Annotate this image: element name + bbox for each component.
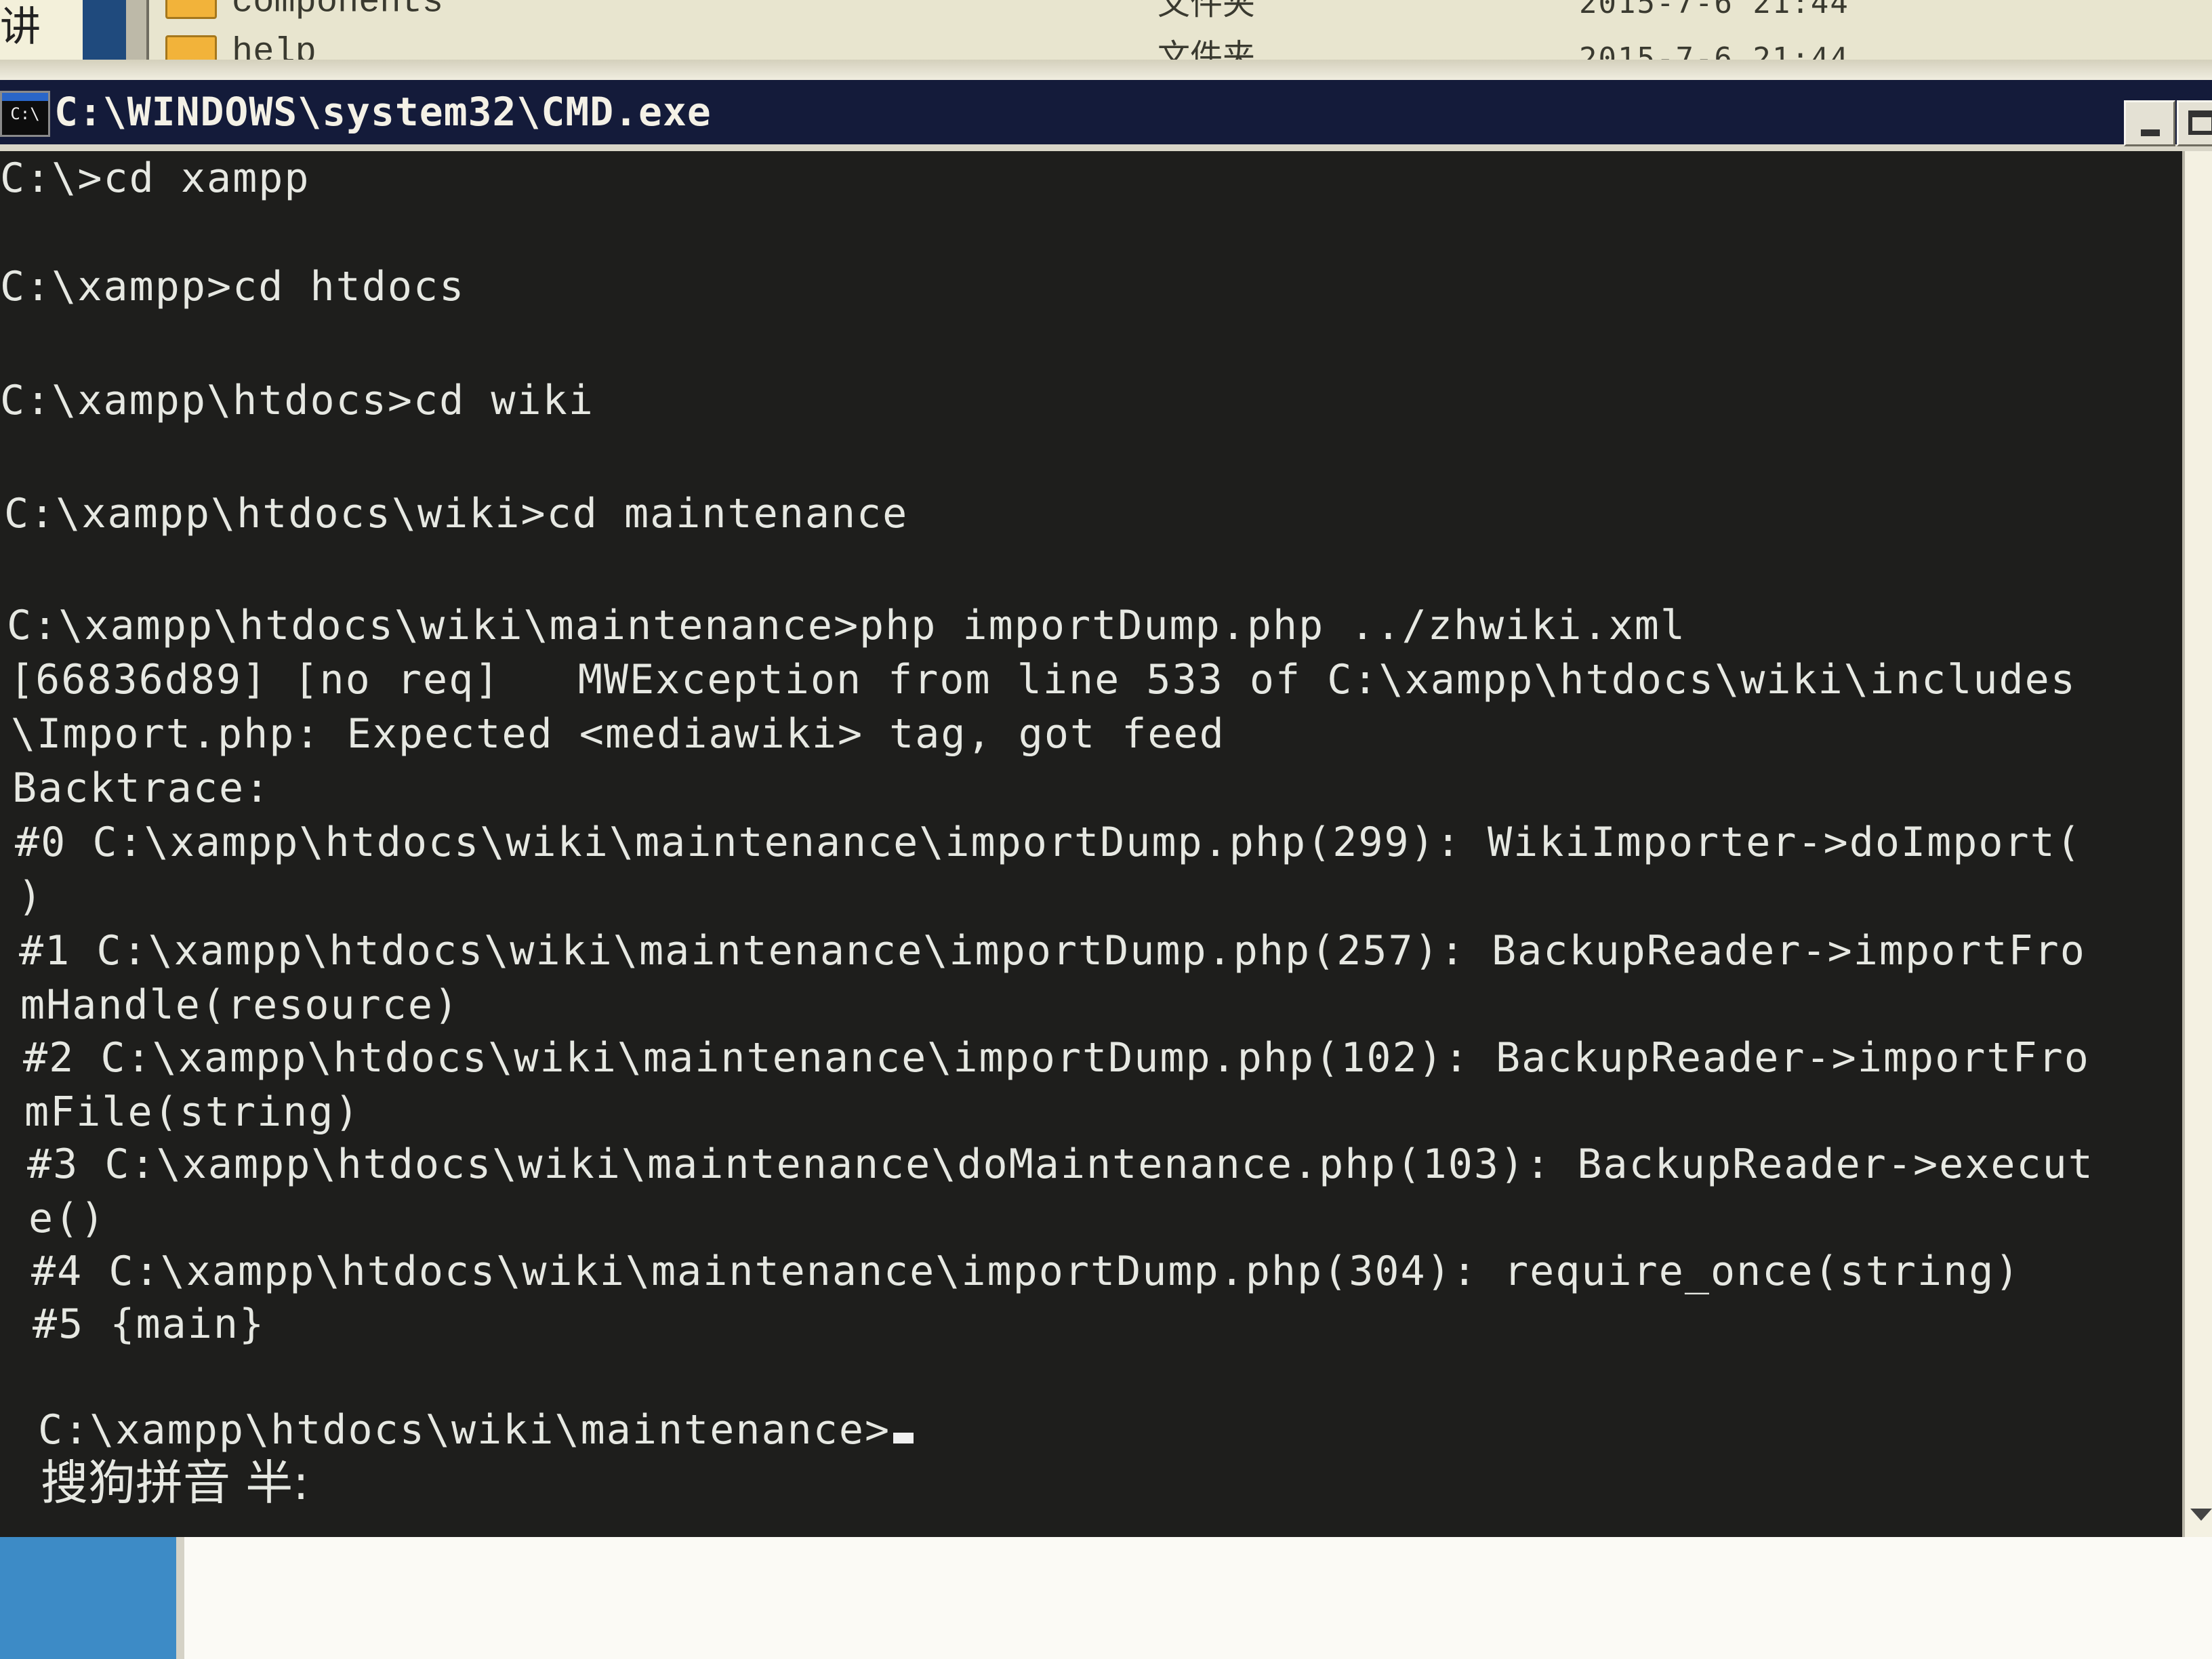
console-line: C:\xampp\htdocs\wiki>cd maintenance xyxy=(4,490,909,537)
text-cursor xyxy=(893,1433,914,1443)
background-explorer-window: 讲 components 文件夹 2015-7-6 21:44 help 文件夹… xyxy=(0,0,2212,80)
vertical-scrollbar[interactable] xyxy=(2182,151,2212,1537)
background-window-lower xyxy=(176,1537,2212,1659)
explorer-bottom-edge xyxy=(0,60,2212,80)
console-line: ) xyxy=(18,873,44,920)
console-line: Backtrace: xyxy=(12,764,271,812)
console-line: e() xyxy=(28,1195,106,1242)
current-prompt[interactable]: C:\xampp\htdocs\wiki\maintenance> xyxy=(38,1406,914,1454)
console-line: C:\xampp\htdocs>cd wiki xyxy=(0,377,594,424)
explorer-splitter[interactable] xyxy=(126,0,149,60)
console-line: mHandle(resource) xyxy=(20,981,460,1029)
desktop-background xyxy=(0,1537,176,1659)
console-output[interactable]: C:\>cd xampp C:\xampp>cd htdocs C:\xampp… xyxy=(0,151,2182,1537)
console-line: \Import.php: Expected <mediawiki> tag, g… xyxy=(11,710,1225,758)
app-icon-label: C:\ xyxy=(10,104,40,123)
console-line: mFile(string) xyxy=(24,1088,361,1136)
console-line: #3 C:\xampp\htdocs\wiki\maintenance\doMa… xyxy=(27,1141,2094,1188)
console-line: C:\xampp>cd htdocs xyxy=(0,263,466,310)
console-line: C:\xampp\htdocs\wiki\maintenance>php imp… xyxy=(7,602,1686,649)
console-line: #4 C:\xampp\htdocs\wiki\maintenance\impo… xyxy=(31,1248,2021,1295)
console-line: #1 C:\xampp\htdocs\wiki\maintenance\impo… xyxy=(19,927,2086,975)
ime-status-bar[interactable]: 搜狗拼音 半: xyxy=(41,1456,309,1510)
cmd-app-icon[interactable]: C:\ xyxy=(0,91,50,137)
file-name: components xyxy=(232,0,443,19)
file-modified: 2015-7-6 21:44 xyxy=(1579,0,1849,20)
explorer-blue-strip xyxy=(83,0,126,60)
maximize-button[interactable] xyxy=(2177,100,2212,146)
window-title: C:\WINDOWS\system32\CMD.exe xyxy=(54,89,712,135)
file-type: 文件夹 xyxy=(1158,0,1256,22)
explorer-left-pane: 讲 xyxy=(0,0,83,60)
console-line: [66836d89] [no req] MWException from lin… xyxy=(9,656,2076,703)
left-pane-glyph: 讲 xyxy=(0,3,41,51)
console-line: #0 C:\xampp\htdocs\wiki\maintenance\impo… xyxy=(15,819,2082,866)
prompt-text: C:\xampp\htdocs\wiki\maintenance> xyxy=(38,1406,891,1454)
title-bar[interactable]: C:\ C:\WINDOWS\system32\CMD.exe xyxy=(0,80,2212,151)
console-line: #2 C:\xampp\htdocs\wiki\maintenance\impo… xyxy=(23,1034,2090,1082)
console-line: C:\>cd xampp xyxy=(0,155,310,202)
minimize-button[interactable] xyxy=(2124,100,2175,146)
folder-icon xyxy=(165,0,217,19)
cmd-window[interactable]: C:\ C:\WINDOWS\system32\CMD.exe C:\>cd x… xyxy=(0,80,2212,1557)
console-line: #5 {main} xyxy=(33,1300,266,1348)
file-row-components[interactable]: components xyxy=(165,0,443,19)
scroll-down-arrow-icon[interactable] xyxy=(2190,1509,2212,1521)
